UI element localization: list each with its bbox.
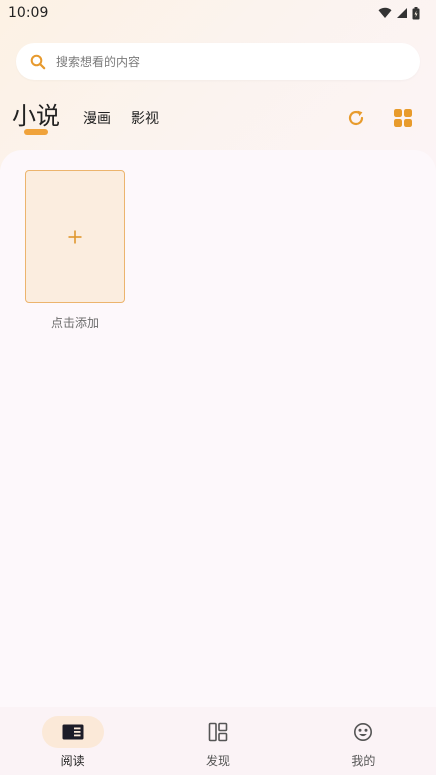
search-placeholder: 搜索想看的内容 [56,55,141,69]
refresh-button[interactable] [342,104,370,132]
tab-novel[interactable]: 小说 [12,96,60,131]
nav-item-discover[interactable]: 发现 [145,707,290,775]
tab-active-indicator [24,129,48,135]
tab-comic[interactable]: 漫画 [83,108,111,128]
face-icon [354,723,373,741]
dashboard-icon [208,722,228,742]
nav-item-read[interactable]: 阅读 [0,707,145,775]
search-icon [30,54,46,69]
status-bar: 10:09 [0,0,436,26]
plus-icon [68,230,82,243]
layout-toggle-button[interactable] [389,104,417,132]
status-icons [378,6,420,20]
wifi-icon [378,7,392,19]
add-book-label: 点击添加 [50,316,99,330]
cell-signal-icon [397,8,407,18]
book-icon [62,724,84,740]
nav-label-discover: 发现 [205,754,230,768]
bottom-navigation: 阅读 发现 我的 [0,707,436,775]
bookshelf-content: 点击添加 [0,150,436,707]
search-bar[interactable]: 搜索想看的内容 [16,43,420,80]
nav-label-read: 阅读 [60,754,85,768]
battery-icon [412,6,420,19]
grid-icon [394,109,412,127]
add-book-card[interactable] [25,170,125,303]
category-tabs: 小说 漫画 影视 [0,96,300,140]
nav-item-profile[interactable]: 我的 [291,707,436,775]
refresh-icon [348,110,364,126]
tab-video[interactable]: 影视 [131,108,159,128]
nav-label-profile: 我的 [351,754,376,768]
status-time: 10:09 [8,5,49,21]
